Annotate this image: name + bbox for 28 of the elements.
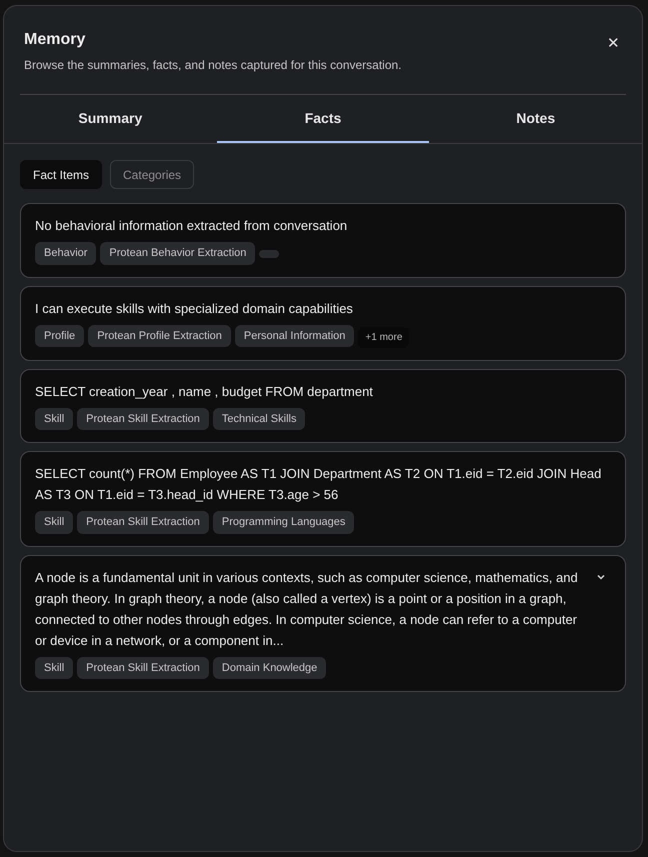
dialog-title: Memory — [24, 30, 86, 50]
tag: Personal Information — [234, 324, 354, 347]
tag: Protean Profile Extraction — [88, 324, 231, 347]
view-toggle-button[interactable]: Fact Items — [20, 160, 102, 189]
tag: Protean Skill Extraction — [77, 511, 209, 534]
tab[interactable]: Summary — [4, 95, 217, 143]
more-count: +1 more — [358, 326, 410, 348]
tag: Skill — [35, 408, 74, 430]
dialog-subtitle: Browse the summaries, facts, and notes captured for this conversation. — [24, 57, 402, 74]
fact-text: No behavioral information extracted from conversation — [35, 217, 348, 235]
tag: Skill — [35, 511, 74, 534]
tag: Protean Skill Extraction — [77, 408, 209, 430]
fact-text: SELECT creation_year , name , budget FROM department — [35, 382, 374, 401]
fact-text: A node is a fundamental unit in various contexts, such as computer science, mathematics, and graph theory. In graph theory, a node (also called a vertex) is a point or a position in a graph, connected to other nodes through edges. In computer science, a node can refer to a computer or device in a network, or a component in... — [35, 568, 579, 650]
tag: Protean Behavior Extraction — [100, 242, 256, 264]
fact-text: SELECT count(*) FROM Employee AS T1 JOIN Department AS T2 ON T1.eid = T2.eid JOIN Head AS T3 ON T1.eid = T3.head_id WHERE T3.age > 56 — [35, 465, 602, 504]
tag: Profile — [35, 324, 84, 347]
view-toggle-button[interactable]: Categories — [110, 160, 194, 189]
tag: Technical Skills — [212, 408, 306, 430]
tab[interactable]: Notes — [429, 95, 642, 143]
tag: Protean Skill Extraction — [77, 656, 209, 679]
tag: Programming Languages — [212, 511, 354, 534]
close-button[interactable]: ✕ — [607, 36, 620, 51]
tab[interactable]: Facts — [216, 95, 430, 143]
tag: Skill — [35, 656, 74, 679]
fact-text: I can execute skills with specialized domain capabilities — [35, 300, 354, 318]
tag: Domain Knowledge — [212, 656, 326, 679]
tag: Behavior — [35, 242, 96, 264]
